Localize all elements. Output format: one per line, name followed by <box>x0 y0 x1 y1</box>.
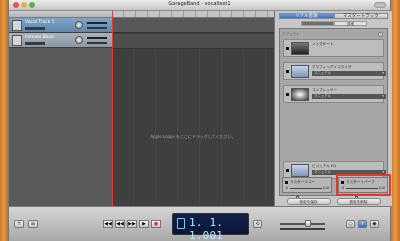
track-volume-slider[interactable] <box>87 27 107 29</box>
display-mode-icon[interactable] <box>177 218 185 229</box>
equalizer-icon <box>291 65 309 78</box>
garageband-window: GarageBand - vocaltest1 Vocal Track 1 Fe… <box>8 0 392 241</box>
annotation-highlight <box>336 174 391 196</box>
track-row[interactable]: Vocal Track 1 <box>9 18 112 33</box>
slider-min-label: 0 <box>286 186 289 190</box>
track-lane[interactable] <box>112 18 274 33</box>
play-icon[interactable]: ▶ <box>139 220 149 228</box>
track-info-button[interactable]: i <box>358 220 367 228</box>
slider-max-label: 100 <box>322 186 329 190</box>
effects-label: エフェクト <box>282 32 300 36</box>
track-controls[interactable] <box>25 27 45 30</box>
media-browser-button[interactable]: ◉ <box>370 220 379 228</box>
record-icon[interactable]: ◀◀ <box>103 220 113 228</box>
track-info-pane: リアル音源 マスタートラック 詳細 エフェクト i ノイズゲート グラフィックイ… <box>274 11 392 206</box>
inspector-tabs: リアル音源 マスタートラック <box>279 13 388 19</box>
effect-name: ビジュアル EQ <box>312 164 336 168</box>
slider-knob[interactable] <box>305 220 311 227</box>
wood-panel-right <box>391 0 400 241</box>
save-settings-button[interactable]: 設定を保存 <box>286 198 331 205</box>
arrange-area[interactable]: Apple Loops をここにドラッグしてください。 <box>112 11 274 206</box>
track-name: Vocal Track 1 <box>25 20 55 25</box>
track-meter <box>87 22 107 24</box>
rewind-icon[interactable]: ◀◀ <box>115 220 125 228</box>
editor-button[interactable]: ≡ <box>28 220 38 228</box>
master-echo-control: マスターエコー 0 100 <box>282 177 332 200</box>
loop-browser-button[interactable]: ○ <box>346 220 355 228</box>
effect-name: ノイズゲート <box>312 42 334 46</box>
effect-name: グラフィックイコライザ <box>312 65 352 69</box>
effect-slot: コンプレッサー マニュアル <box>283 85 386 103</box>
forward-icon[interactable]: ▶▶ <box>127 220 137 228</box>
timeline-ruler[interactable] <box>112 11 274 18</box>
master-echo-label: マスターエコー <box>290 180 316 184</box>
track-name: Female Basic <box>25 35 55 40</box>
time-display[interactable]: 1. 1. 1.001 <box>172 213 249 241</box>
window-title: GarageBand - vocaltest1 <box>168 1 231 7</box>
effect-preset-select[interactable]: マニュアル <box>312 71 386 76</box>
subtab-details[interactable]: 詳細 <box>334 21 367 26</box>
effect-preset-select[interactable]: マニュアル <box>312 94 386 99</box>
playhead[interactable] <box>112 11 113 206</box>
tab-master-track[interactable]: マスタートラック <box>333 13 388 19</box>
pan-knob[interactable] <box>75 36 83 44</box>
compressor-icon <box>291 88 309 101</box>
inspector-subtabs: 詳細 <box>301 21 367 26</box>
wood-panel-left <box>0 0 8 241</box>
power-icon[interactable] <box>286 93 289 96</box>
control-bar: + ≡ ◀◀ ◀◀ ▶▶ ▶ ● 1. 1. 1.001 ⟲ ○ i ◉ <box>9 206 390 241</box>
effect-name: コンプレッサー <box>312 88 338 92</box>
singer-icon <box>12 20 22 31</box>
title-bar: GarageBand - vocaltest1 <box>9 0 390 11</box>
loop-drop-hint: Apple Loops をここにドラッグしてください。 <box>150 134 236 139</box>
track-headers: Vocal Track 1 Female Basic <box>9 11 112 206</box>
track-meter <box>87 37 107 39</box>
add-track-button[interactable]: + <box>14 220 24 228</box>
noise-gate-icon <box>291 42 309 55</box>
track-row[interactable]: Female Basic <box>9 33 112 48</box>
subtab-browse[interactable] <box>301 21 334 26</box>
power-icon[interactable] <box>286 47 289 50</box>
tracks-header <box>9 11 112 18</box>
singer-icon <box>12 35 22 46</box>
master-volume-slider[interactable] <box>280 220 325 227</box>
tab-real-instrument[interactable]: リアル音源 <box>279 13 334 19</box>
track-controls[interactable] <box>25 42 45 45</box>
power-icon[interactable] <box>285 181 288 184</box>
visual-eq-icon <box>291 164 309 177</box>
info-icon[interactable]: i <box>378 32 383 37</box>
power-icon[interactable] <box>286 70 289 73</box>
cycle-icon[interactable]: ⟲ <box>253 220 262 228</box>
effect-slot: グラフィックイコライザ マニュアル <box>283 62 386 80</box>
preset-buttons: 設定を保存 設定を削除 <box>279 198 388 205</box>
toolbar-toggle-button[interactable] <box>374 2 386 8</box>
master-level-meter <box>280 228 325 230</box>
pan-knob[interactable] <box>75 21 83 29</box>
power-icon[interactable] <box>286 169 289 172</box>
track-lane[interactable] <box>112 34 274 49</box>
playhead-position: 1. 1. 1.001 <box>189 216 224 241</box>
track-volume-slider[interactable] <box>87 42 107 44</box>
effects-panel: エフェクト i ノイズゲート グラフィックイコライザ マニュアル コンプレッサー… <box>279 28 388 196</box>
delete-settings-button[interactable]: 設定を削除 <box>336 198 381 205</box>
effect-slot: ノイズゲート <box>283 39 384 57</box>
record-button[interactable]: ● <box>151 220 161 228</box>
master-echo-slider[interactable] <box>290 188 322 200</box>
